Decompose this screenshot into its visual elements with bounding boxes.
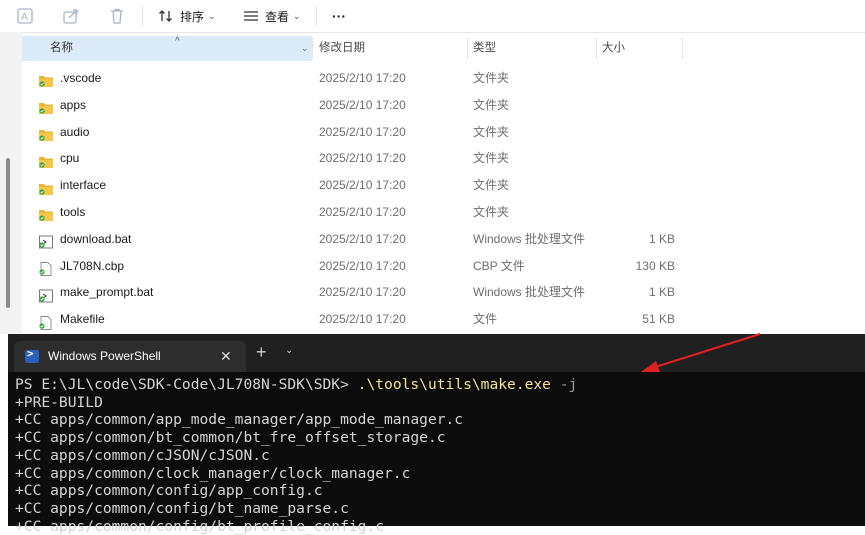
annotation-arrow	[641, 333, 761, 372]
